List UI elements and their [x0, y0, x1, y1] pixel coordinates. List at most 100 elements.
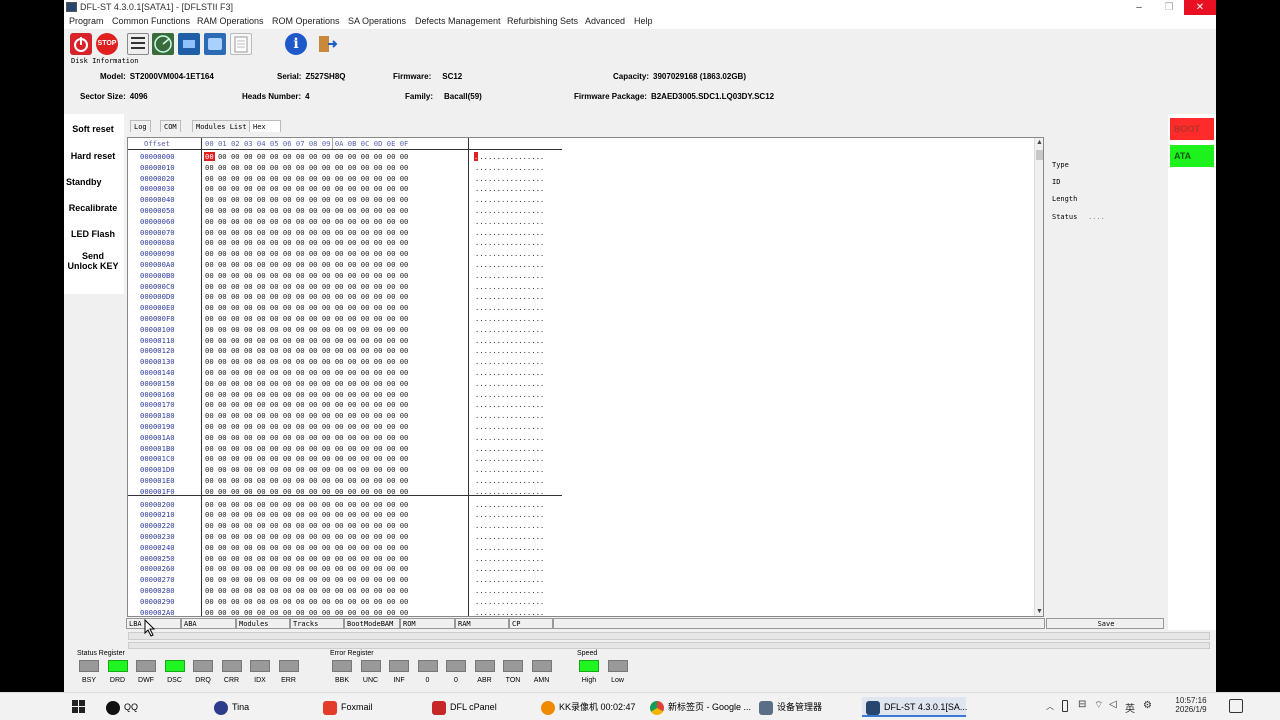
hex-row-bytes[interactable]: 00 00 00 00 00 00 00 00 00 00 00 00 00 0…: [205, 195, 408, 204]
hex-row-ascii[interactable]: ................: [475, 206, 544, 215]
hex-row-ascii[interactable]: ................: [475, 303, 544, 312]
windows-start-icon[interactable]: [72, 700, 86, 714]
hex-row-bytes[interactable]: 00 00 00 00 00 00 00 00 00 00 00 00 00 0…: [205, 487, 408, 496]
hex-row-bytes[interactable]: 00 00 00 00 00 00 00 00 00 00 00 00 00 0…: [205, 575, 408, 584]
report-button[interactable]: [230, 33, 252, 55]
minimize-button[interactable]: –: [1124, 0, 1154, 15]
menu-advanced[interactable]: Advanced: [585, 16, 625, 26]
bottom-tab-aba[interactable]: ABA: [181, 618, 236, 629]
hex-row-bytes[interactable]: 00 00 00 00 00 00 00 00 00 00 00 00 00 0…: [205, 422, 408, 431]
battery-icon[interactable]: [1062, 700, 1068, 712]
hex-row-ascii[interactable]: ................: [475, 195, 544, 204]
hex-row-ascii[interactable]: ................: [475, 400, 544, 409]
hex-row-ascii[interactable]: ................: [475, 346, 544, 355]
hex-row-bytes[interactable]: 00 00 00 00 00 00 00 00 00 00 00 00 00 0…: [205, 152, 408, 161]
ata-mode-button[interactable]: ATA: [1170, 145, 1214, 167]
hex-row-bytes[interactable]: 00 00 00 00 00 00 00 00 00 00 00 00 00 0…: [205, 282, 408, 291]
hex-row-bytes[interactable]: 00 00 00 00 00 00 00 00 00 00 00 00 00 0…: [205, 510, 408, 519]
hex-row-bytes[interactable]: 00 00 00 00 00 00 00 00 00 00 00 00 00 0…: [205, 238, 408, 247]
hex-row-bytes[interactable]: 00 00 00 00 00 00 00 00 00 00 00 00 00 0…: [205, 206, 408, 215]
hex-row-bytes[interactable]: 00 00 00 00 00 00 00 00 00 00 00 00 00 0…: [205, 586, 408, 595]
hex-row-ascii[interactable]: ................: [475, 217, 544, 226]
taskbar-kk-recorder[interactable]: KK录像机 00:02:47: [541, 697, 636, 717]
hex-scrollbar[interactable]: ▲ ▼: [1034, 138, 1043, 616]
hard-reset-button[interactable]: Hard reset: [64, 151, 122, 161]
hex-row-bytes[interactable]: 00 00 00 00 00 00 00 00 00 00 00 00 00 0…: [205, 444, 408, 453]
menu-sa-operations[interactable]: SA Operations: [348, 16, 406, 26]
hex-cursor-byte[interactable]: 00: [204, 152, 215, 161]
hex-row-bytes[interactable]: 00 00 00 00 00 00 00 00 00 00 00 00 00 0…: [205, 521, 408, 530]
hex-row-ascii[interactable]: ................: [475, 357, 544, 366]
hex-row-bytes[interactable]: 00 00 00 00 00 00 00 00 00 00 00 00 00 0…: [205, 184, 408, 193]
hex-row-bytes[interactable]: 00 00 00 00 00 00 00 00 00 00 00 00 00 0…: [205, 500, 408, 509]
hex-row-bytes[interactable]: 00 00 00 00 00 00 00 00 00 00 00 00 00 0…: [205, 357, 408, 366]
hex-row-ascii[interactable]: ................: [475, 433, 544, 442]
hex-row-bytes[interactable]: 00 00 00 00 00 00 00 00 00 00 00 00 00 0…: [205, 174, 408, 183]
hex-row-bytes[interactable]: 00 00 00 00 00 00 00 00 00 00 00 00 00 0…: [205, 400, 408, 409]
taskbar-chrome[interactable]: 新标签页 - Google ...: [650, 697, 751, 717]
hex-row-ascii[interactable]: ................: [475, 521, 544, 530]
hex-row-bytes[interactable]: 00 00 00 00 00 00 00 00 00 00 00 00 00 0…: [205, 390, 408, 399]
rom-button[interactable]: [178, 33, 200, 55]
hex-row-ascii[interactable]: ................: [475, 152, 544, 161]
hex-row-ascii[interactable]: ................: [475, 543, 544, 552]
menu-program[interactable]: Program: [69, 16, 104, 26]
menu-help[interactable]: Help: [634, 16, 653, 26]
hex-row-bytes[interactable]: 00 00 00 00 00 00 00 00 00 00 00 00 00 0…: [205, 564, 408, 573]
hex-row-ascii[interactable]: ................: [475, 487, 544, 496]
hex-row-ascii[interactable]: ................: [475, 575, 544, 584]
tab-modules-list[interactable]: Modules List: [192, 120, 251, 132]
boot-mode-button[interactable]: BOOT: [1170, 118, 1214, 140]
hex-row-ascii[interactable]: ................: [475, 500, 544, 509]
taskbar-qq[interactable]: QQ: [106, 697, 138, 717]
hex-row-ascii[interactable]: ................: [475, 379, 544, 388]
hex-row-bytes[interactable]: 00 00 00 00 00 00 00 00 00 00 00 00 00 0…: [205, 249, 408, 258]
hex-row-ascii[interactable]: ................: [475, 368, 544, 377]
sa-button[interactable]: [204, 33, 226, 55]
hex-row-ascii[interactable]: ................: [475, 163, 544, 172]
hex-row-bytes[interactable]: 00 00 00 00 00 00 00 00 00 00 00 00 00 0…: [205, 433, 408, 442]
bottom-tab-rom[interactable]: ROM: [400, 618, 455, 629]
scroll-thumb[interactable]: [1036, 150, 1043, 160]
hex-row-bytes[interactable]: 00 00 00 00 00 00 00 00 00 00 00 00 00 0…: [205, 543, 408, 552]
hex-row-bytes[interactable]: 00 00 00 00 00 00 00 00 00 00 00 00 00 0…: [205, 597, 408, 606]
hex-row-bytes[interactable]: 00 00 00 00 00 00 00 00 00 00 00 00 00 0…: [205, 217, 408, 226]
hex-row-bytes[interactable]: 00 00 00 00 00 00 00 00 00 00 00 00 00 0…: [205, 228, 408, 237]
scroll-up-icon[interactable]: ▲: [1036, 139, 1043, 146]
hex-row-bytes[interactable]: 00 00 00 00 00 00 00 00 00 00 00 00 00 0…: [205, 368, 408, 377]
hex-row-ascii[interactable]: ................: [475, 238, 544, 247]
hex-row-ascii[interactable]: ................: [475, 454, 544, 463]
hex-row-ascii[interactable]: ................: [475, 564, 544, 573]
send-unlock-key-button[interactable]: Send Unlock KEY: [64, 251, 122, 271]
hex-row-ascii[interactable]: ................: [475, 510, 544, 519]
taskbar-device-manager[interactable]: 设备管理器: [759, 697, 822, 717]
taskbar-dfl-st[interactable]: DFL-ST 4.3.0.1[SA...: [862, 697, 967, 717]
hex-row-bytes[interactable]: 00 00 00 00 00 00 00 00 00 00 00 00 00 0…: [205, 314, 408, 323]
menu-defects-management[interactable]: Defects Management: [415, 16, 501, 26]
ime-indicator[interactable]: 英: [1125, 700, 1135, 715]
hex-row-ascii[interactable]: ................: [475, 228, 544, 237]
hex-row-ascii[interactable]: ................: [475, 336, 544, 345]
hex-row-bytes[interactable]: 00 00 00 00 00 00 00 00 00 00 00 00 00 0…: [205, 454, 408, 463]
hex-row-ascii[interactable]: ................: [475, 174, 544, 183]
hex-row-bytes[interactable]: 00 00 00 00 00 00 00 00 00 00 00 00 00 0…: [205, 163, 408, 172]
hex-row-bytes[interactable]: 00 00 00 00 00 00 00 00 00 00 00 00 00 0…: [205, 411, 408, 420]
hex-row-bytes[interactable]: 00 00 00 00 00 00 00 00 00 00 00 00 00 0…: [205, 346, 408, 355]
restore-button[interactable]: ❐: [1154, 0, 1184, 15]
hex-row-ascii[interactable]: ................: [475, 260, 544, 269]
hex-row-ascii[interactable]: ................: [475, 325, 544, 334]
bottom-tab-tracks[interactable]: Tracks: [290, 618, 344, 629]
hex-row-bytes[interactable]: 00 00 00 00 00 00 00 00 00 00 00 00 00 0…: [205, 260, 408, 269]
hex-row-bytes[interactable]: 00 00 00 00 00 00 00 00 00 00 00 00 00 0…: [205, 608, 408, 616]
taskbar-foxmail[interactable]: Foxmail: [323, 697, 373, 717]
save-button[interactable]: Save: [1046, 618, 1164, 629]
hex-row-bytes[interactable]: 00 00 00 00 00 00 00 00 00 00 00 00 00 0…: [205, 379, 408, 388]
hex-row-bytes[interactable]: 00 00 00 00 00 00 00 00 00 00 00 00 00 0…: [205, 465, 408, 474]
menu-refurbishing-sets[interactable]: Refurbishing Sets: [507, 16, 578, 26]
power-button[interactable]: [70, 33, 92, 55]
hex-cursor-ascii[interactable]: .: [474, 152, 479, 161]
tray-chevron-icon[interactable]: ︿: [1046, 701, 1054, 712]
standby-button[interactable]: Standby: [64, 177, 122, 187]
hex-row-ascii[interactable]: ................: [475, 465, 544, 474]
hex-row-ascii[interactable]: ................: [475, 422, 544, 431]
